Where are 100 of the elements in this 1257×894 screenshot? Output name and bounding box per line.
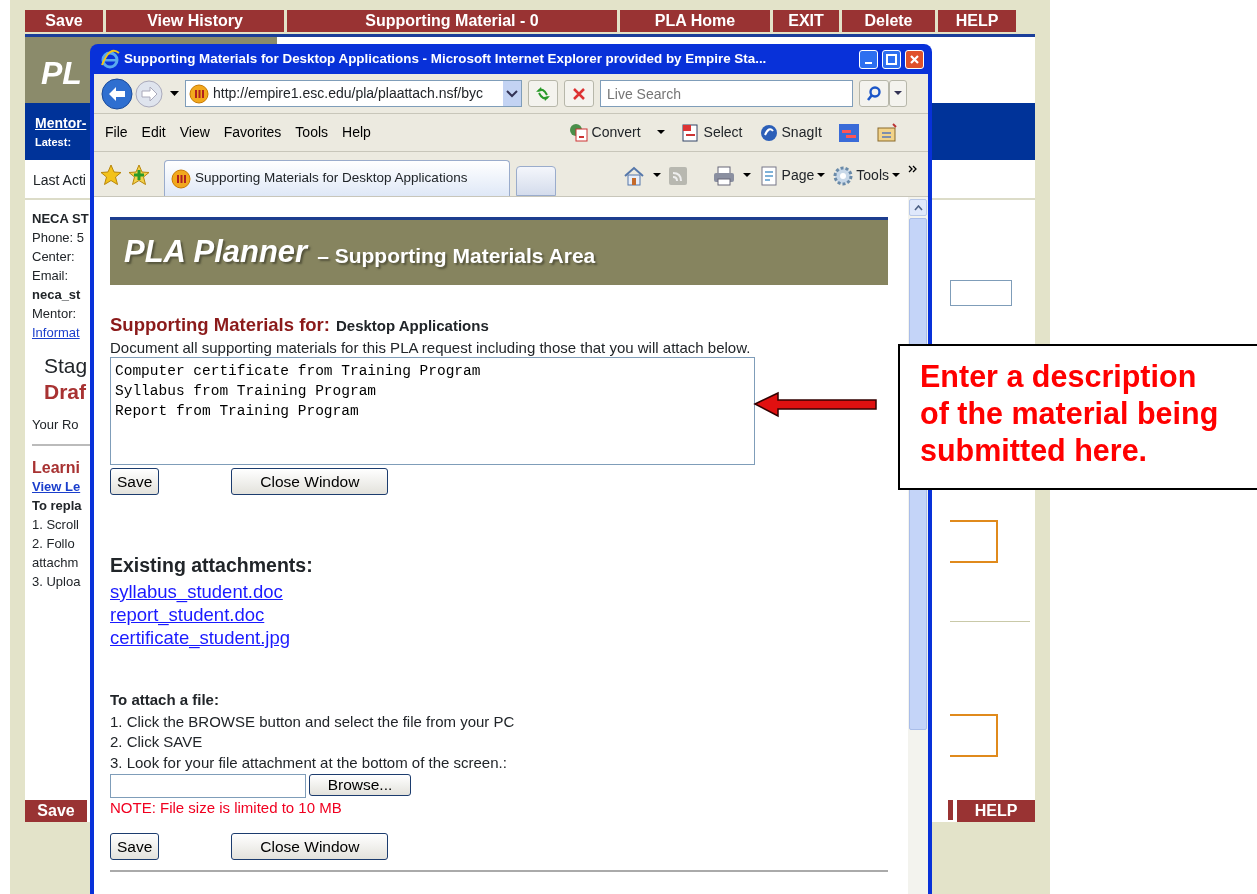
search-button[interactable] — [859, 80, 889, 107]
attach-heading: To attach a file: — [110, 690, 220, 710]
dropdown-caret-icon[interactable] — [742, 173, 751, 178]
description-field[interactable]: Computer certificate from Training Program Syllabus from Training Program Report from Training Program — [110, 356, 755, 465]
dropdown-caret-icon — [817, 173, 826, 178]
notes-icon[interactable] — [876, 121, 898, 144]
dropdown-caret-icon[interactable] — [652, 173, 661, 178]
menu-item[interactable]: Favorites — [218, 122, 287, 143]
attachment-link[interactable]: certificate_student.jpg — [110, 626, 290, 649]
outlined-panel — [950, 520, 998, 563]
site-icon — [171, 168, 191, 189]
toolbar-command[interactable]: SnagIt — [758, 122, 822, 143]
attachment-link[interactable]: syllabus_student.doc — [110, 580, 283, 603]
instructions-text: Document all supporting materials for this PLA request including those that you will attach below. — [110, 338, 752, 357]
sidebar-text: Center: — [32, 248, 75, 266]
file-path-field[interactable] — [110, 774, 306, 798]
status-label: Draf — [44, 379, 86, 405]
page-icon — [758, 165, 779, 186]
window-icon[interactable] — [838, 121, 860, 144]
toolbar-command[interactable]: Tools — [833, 165, 900, 186]
toolbar-command[interactable]: Select — [680, 122, 743, 143]
menu-button[interactable]: Save — [25, 800, 87, 822]
contact-text: neca_st — [32, 286, 81, 304]
stop-icon — [572, 86, 586, 101]
menu-button[interactable]: HELP — [957, 800, 1035, 822]
size-note: NOTE: File size is limited to 10 MB — [110, 798, 343, 818]
print-icon[interactable] — [712, 165, 735, 186]
address-dropdown[interactable] — [503, 81, 521, 106]
header-title: PLA Planner — [124, 233, 308, 272]
close-button[interactable] — [905, 49, 924, 69]
tab-title: Supporting Materials for Desktop Applications — [195, 169, 468, 188]
info-link[interactable]: Informat — [32, 323, 80, 342]
attachment-link[interactable]: report_student.doc — [110, 603, 265, 626]
menu-item[interactable]: Help — [337, 122, 376, 143]
instruction-step: 2. Click SAVE — [110, 732, 888, 753]
address-bar[interactable]: http://empire1.esc.edu/pla/plaattach.nsf/byc — [185, 80, 522, 107]
sidebar-text: attachm — [32, 554, 79, 572]
menu-button[interactable]: Delete — [842, 10, 935, 32]
close-window-button[interactable]: Close Window — [231, 467, 389, 495]
back-button[interactable] — [100, 76, 134, 111]
section-heading: Learni — [32, 458, 80, 477]
section-label: Supporting Materials for: — [110, 313, 330, 337]
contact-text: NECA ST — [32, 210, 89, 228]
dropdown-caret-icon[interactable] — [170, 90, 179, 97]
menu-item[interactable]: Tools — [290, 122, 334, 143]
dropdown-caret-icon[interactable] — [656, 130, 665, 135]
maximize-icon — [886, 53, 897, 65]
gear-icon — [833, 165, 854, 186]
browser-tab[interactable]: Supporting Materials for Desktop Applications — [164, 160, 510, 196]
refresh-button[interactable] — [528, 80, 558, 107]
view-link[interactable]: View Le — [32, 477, 81, 496]
toolbar-command[interactable]: Page — [758, 165, 826, 186]
subject-name: Desktop Applications — [335, 316, 489, 336]
close-window-button[interactable]: Close Window — [231, 833, 389, 860]
menu-item[interactable]: Edit — [136, 122, 171, 143]
close-icon — [909, 53, 920, 65]
sidebar-text: 1. Scroll — [32, 516, 79, 534]
caret-icon — [894, 91, 902, 96]
menu-button[interactable]: Save — [25, 10, 103, 32]
last-activity-label: Last Acti — [33, 172, 86, 188]
menu-button[interactable]: PLA Home — [620, 10, 770, 32]
menu-button[interactable]: EXIT — [773, 10, 839, 32]
toolbar-command[interactable]: Convert — [568, 122, 641, 143]
home-icon[interactable] — [622, 165, 645, 186]
favorites-star-icon[interactable] — [100, 164, 122, 186]
browse-button[interactable]: Browse... — [309, 774, 411, 796]
instruction-step: 3. Look for your file attachment at the bottom of the screen.: — [110, 752, 888, 773]
add-favorite-icon[interactable] — [128, 164, 150, 186]
role-label: Your Ro — [32, 416, 79, 434]
browser-logo-icon — [100, 49, 120, 69]
search-icon — [866, 85, 882, 102]
menu-item[interactable]: File — [100, 122, 133, 143]
sidebar-text: Email: — [32, 267, 69, 285]
chevron-icon[interactable] — [908, 165, 918, 173]
minimize-button[interactable] — [859, 49, 878, 69]
save-button[interactable]: Save — [110, 467, 160, 495]
menu-button[interactable]: View History — [106, 10, 284, 32]
stop-button[interactable] — [564, 80, 594, 107]
maximize-button[interactable] — [882, 49, 901, 69]
save-button[interactable]: Save — [110, 833, 160, 860]
outlined-panel — [950, 714, 998, 757]
search-field[interactable]: Live Search — [600, 80, 853, 107]
instruction-step: 1. Click the BROWSE button and select the file from your PC — [110, 711, 888, 732]
sidebar-text: Phone: 5 — [32, 229, 85, 247]
header-subtitle: – Supporting Materials Area — [317, 242, 596, 269]
sidebar-text: 2. Follo — [32, 535, 75, 553]
menu-button[interactable]: HELP — [938, 10, 1016, 32]
site-icon — [189, 83, 209, 104]
menu-button[interactable]: Supporting Material - 0 — [287, 10, 617, 32]
mentor-link[interactable]: Mentor- — [35, 113, 87, 134]
text-field[interactable] — [950, 280, 1012, 306]
search-options-button[interactable] — [889, 80, 907, 107]
sidebar-text: 3. Uploa — [32, 573, 81, 591]
menu-item[interactable]: View — [174, 122, 215, 143]
stage-label: Stag — [44, 353, 88, 379]
dropdown-caret-icon — [892, 173, 900, 178]
scroll-up-button[interactable] — [909, 199, 927, 216]
sidebar-text: Mentor: — [32, 305, 77, 323]
minimize-icon — [865, 62, 872, 64]
refresh-icon — [534, 85, 552, 102]
